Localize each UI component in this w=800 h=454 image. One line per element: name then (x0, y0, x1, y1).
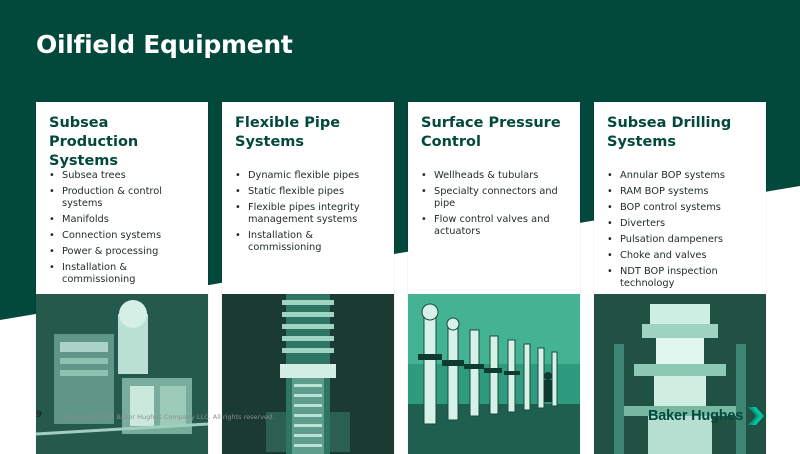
bullet-list: Wellheads & tubulars Specialty connector… (421, 170, 571, 242)
list-item: Pulsation dampeners (607, 234, 757, 246)
bullet-list: Subsea trees Production & control system… (49, 170, 199, 290)
list-item: Manifolds (49, 214, 199, 226)
list-item: Annular BOP systems (607, 170, 757, 182)
list-item: Connection systems (49, 230, 199, 242)
list-item: Installation & commissioning (235, 230, 385, 254)
card-title: Surface Pressure Control (421, 115, 561, 150)
subsea-equipment-photo (36, 294, 208, 454)
list-item: BOP control systems (607, 202, 757, 214)
list-item: Specialty connectors and pipe (421, 186, 571, 210)
slide-title: Oilfield Equipment (36, 30, 293, 59)
list-item: RAM BOP systems (607, 186, 757, 198)
list-item: Diverters (607, 218, 757, 230)
list-item: NDT BOP inspection technology (607, 266, 757, 290)
list-item: Flexible pipes integrity management syst… (235, 202, 385, 226)
list-item: Wellheads & tubulars (421, 170, 571, 182)
list-item: Subsea trees (49, 170, 199, 182)
card-subsea-drilling: Subsea Drilling Systems Annular BOP syst… (594, 102, 766, 454)
flexible-pipe-photo (222, 294, 394, 454)
list-item: Flow control valves and actuators (421, 214, 571, 238)
list-item: Choke and valves (607, 250, 757, 262)
page-number: 9 (36, 410, 42, 420)
card-surface-pressure: Surface Pressure Control Wellheads & tub… (408, 102, 580, 454)
card-title: Flexible Pipe Systems (235, 115, 341, 150)
bullet-list: Dynamic flexible pipes Static flexible p… (235, 170, 385, 258)
baker-hughes-logo: Baker Hughes (648, 404, 765, 428)
card-title: Subsea Drilling Systems (607, 115, 732, 150)
logo-text: Baker Hughes (648, 408, 744, 424)
card-subsea-production: Subsea Production Systems Subsea trees P… (36, 102, 208, 454)
list-item: Dynamic flexible pipes (235, 170, 385, 182)
bullet-list: Annular BOP systems RAM BOP systems BOP … (607, 170, 757, 294)
card-flexible-pipe: Flexible Pipe Systems Dynamic flexible p… (222, 102, 394, 454)
list-item: Production & control systems (49, 186, 199, 210)
card-title: Subsea Production Systems (49, 115, 139, 169)
list-item: Installation & commissioning (49, 262, 199, 286)
list-item: Static flexible pipes (235, 186, 385, 198)
copyright-text: Copyright 2020 Baker Hughes Company LLC.… (64, 413, 275, 421)
bop-stack-photo (594, 294, 766, 454)
list-item: Power & processing (49, 246, 199, 258)
chevron-logo-icon (748, 407, 765, 425)
wellhead-field-photo (408, 294, 580, 454)
